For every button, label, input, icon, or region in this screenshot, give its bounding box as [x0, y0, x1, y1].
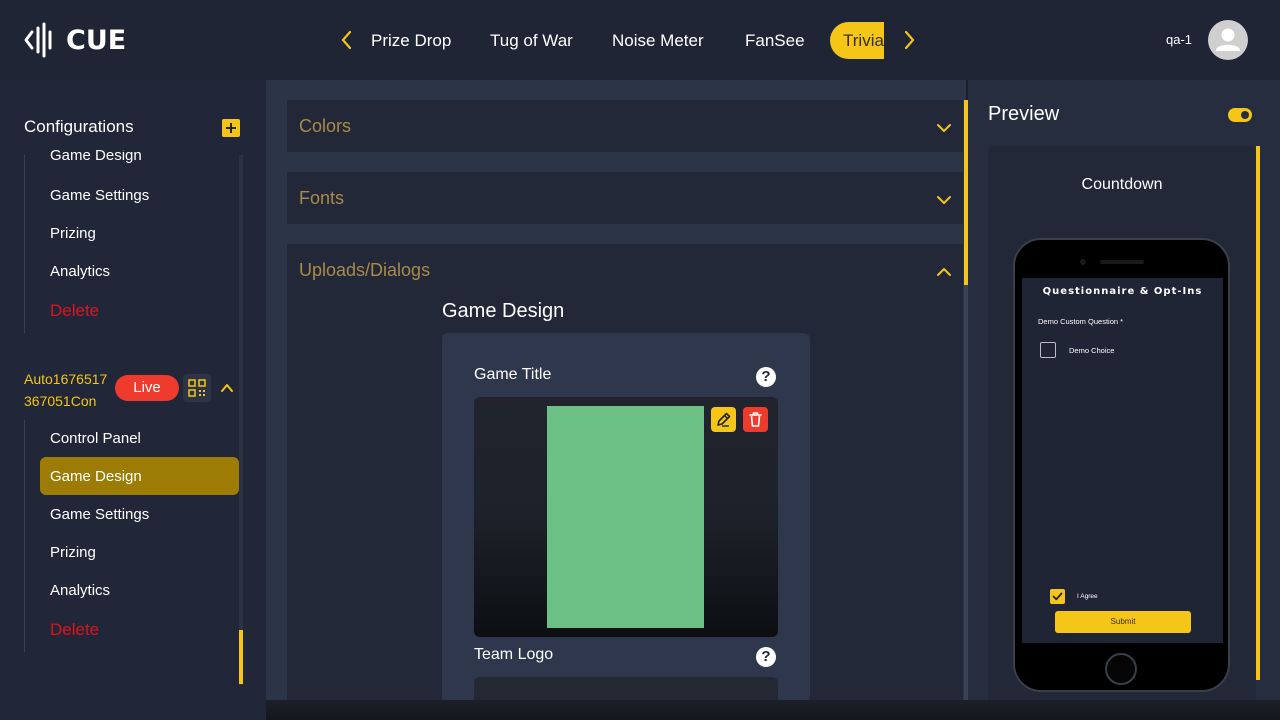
checkmark-icon: [1052, 592, 1063, 601]
tab-trivia[interactable]: Trivia: [830, 22, 884, 59]
configurations-title: Configurations: [24, 117, 134, 136]
preview-screen-title: Countdown: [1081, 176, 1163, 193]
sidebar-item-prizing[interactable]: Prizing: [50, 544, 96, 561]
trash-icon: [749, 412, 762, 427]
accordion-title[interactable]: Uploads/Dialogs: [299, 260, 430, 281]
sidebar-item-delete[interactable]: Delete: [50, 620, 99, 640]
agree-checkbox[interactable]: [1050, 589, 1065, 604]
chevron-down-icon: [936, 192, 952, 210]
sidebar-footer: [0, 700, 266, 720]
phone-speaker: [1100, 260, 1144, 264]
delete-image-button[interactable]: [743, 407, 768, 432]
preview-scrollbar[interactable]: [1256, 146, 1260, 680]
sidebar-item-game-settings[interactable]: Game Settings: [50, 506, 149, 523]
collapse-configuration-button[interactable]: [220, 381, 234, 399]
tab-prize-drop[interactable]: Prize Drop: [371, 22, 490, 59]
accordion-title: Colors: [299, 116, 352, 136]
phone-home-button: [1105, 653, 1137, 685]
preview-title: Preview: [988, 103, 1060, 125]
qr-code-button[interactable]: [183, 374, 211, 402]
sound-wave-icon: [24, 22, 52, 58]
logo-text: CUE: [66, 24, 127, 56]
help-icon[interactable]: ?: [756, 367, 776, 387]
sidebar-item-analytics[interactable]: Analytics: [50, 582, 110, 599]
group-divider: [24, 155, 25, 333]
configuration-name[interactable]: Auto1676517367051Con: [24, 368, 114, 412]
phone-camera: [1080, 259, 1086, 265]
user-avatar[interactable]: [1208, 20, 1248, 60]
sidebar-item-control-panel[interactable]: Control Panel: [50, 430, 141, 447]
field-label-team-logo: Team Logo: [474, 646, 554, 663]
user-icon: [1216, 28, 1240, 51]
sidebar-item-game-design-active[interactable]: Game Design: [50, 468, 142, 485]
chevron-up-icon[interactable]: [936, 264, 952, 282]
edit-image-button[interactable]: [711, 407, 736, 432]
group-divider: [24, 420, 25, 652]
help-icon[interactable]: ?: [756, 647, 776, 667]
preview-toggle[interactable]: [1228, 108, 1252, 122]
submit-button[interactable]: Submit: [1055, 611, 1191, 633]
uploaded-image: [547, 406, 704, 628]
accordion-title: Fonts: [299, 188, 345, 208]
accordion-fonts[interactable]: Fonts: [287, 172, 963, 224]
tabs-next-button[interactable]: [902, 28, 918, 52]
sidebar-scrollbar-thumb[interactable]: [239, 630, 243, 684]
agree-label: I Agree: [1077, 593, 1098, 600]
accordion-colors[interactable]: Colors: [287, 100, 963, 152]
choice-checkbox[interactable]: [1040, 342, 1056, 358]
chevron-left-icon: [341, 30, 352, 50]
chevron-down-icon: [936, 120, 952, 138]
bottom-bar: [266, 700, 1280, 720]
tab-fansee[interactable]: FanSee: [745, 22, 830, 59]
sidebar-item-prizing[interactable]: Prizing: [50, 225, 96, 242]
qr-code-icon: [188, 379, 206, 397]
field-label-game-title: Game Title: [474, 366, 552, 383]
sidebar-scrollbar-track[interactable]: [239, 155, 243, 685]
tabs-prev-button[interactable]: [338, 28, 354, 52]
game-tabs: Prize Drop Tug of War Noise Meter FanSee…: [366, 22, 884, 59]
custom-question-label: Demo Custom Question *: [1038, 317, 1124, 326]
chevron-up-icon: [221, 384, 233, 392]
choice-label: Demo Choice: [1069, 346, 1115, 355]
live-status-badge[interactable]: Live: [115, 375, 179, 401]
sidebar-item-delete[interactable]: Delete: [50, 301, 99, 321]
tab-noise-meter[interactable]: Noise Meter: [612, 22, 745, 59]
sidebar-item-game-settings[interactable]: Game Settings: [50, 187, 149, 204]
chevron-right-icon: [904, 30, 915, 50]
sidebar-item-analytics[interactable]: Analytics: [50, 263, 110, 280]
sidebar-item-game-design[interactable]: Game Design: [50, 150, 142, 164]
cue-logo[interactable]: CUE: [24, 20, 126, 60]
plus-icon: [226, 123, 236, 133]
section-title: Game Design: [442, 300, 565, 322]
tab-tug-of-war[interactable]: Tug of War: [490, 22, 612, 59]
user-name[interactable]: qa-1: [1166, 32, 1192, 47]
pencil-icon: [717, 412, 731, 427]
add-configuration-button[interactable]: [222, 119, 240, 137]
questionnaire-heading: Questionnaire & Opt-Ins: [1042, 286, 1203, 297]
